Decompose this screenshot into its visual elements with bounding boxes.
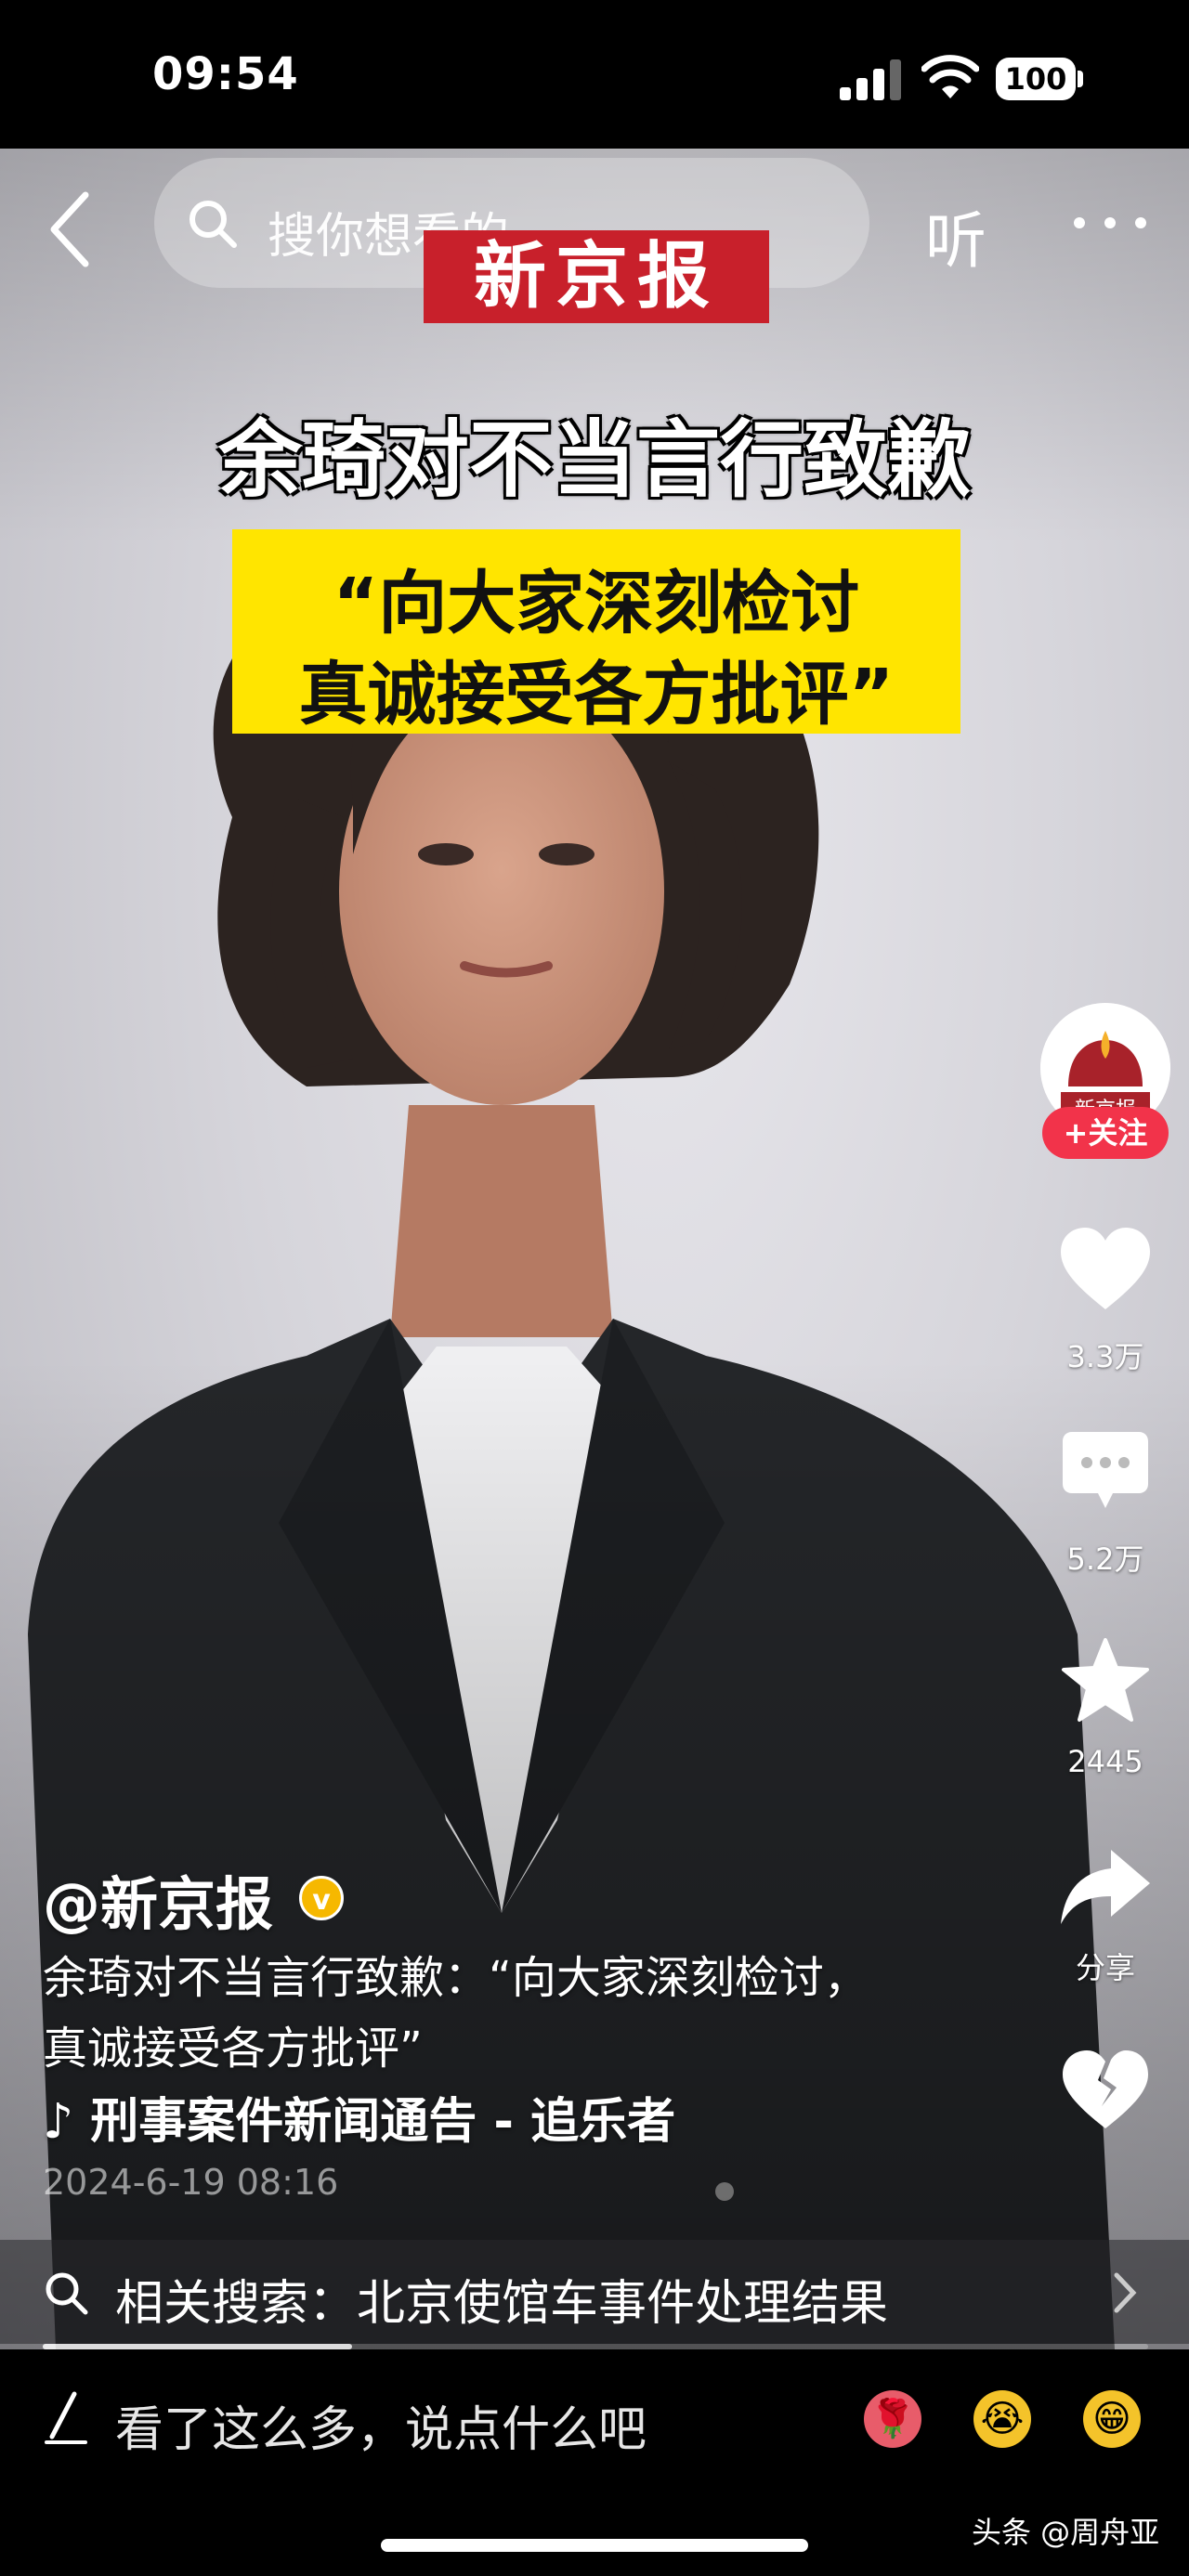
- quote-box: “向大家深刻检讨 真诚接受各方批评”: [232, 529, 960, 735]
- dislike-button[interactable]: [1040, 2049, 1170, 2141]
- news-logo-banner: 新京报: [424, 230, 769, 323]
- comment-placeholder[interactable]: 看了这么多，说点什么吧: [115, 2390, 647, 2460]
- pen-icon: [45, 2391, 87, 2444]
- watermark: 头条 @周舟亚: [972, 2515, 1160, 2550]
- follow-button[interactable]: +关注: [1042, 1107, 1169, 1159]
- music-track[interactable]: ♪ 刑事案件新闻通告 - 追乐者: [43, 2082, 675, 2152]
- rose-emoji-icon[interactable]: 🌹: [864, 2390, 921, 2448]
- crying-emoji-icon[interactable]: 😭: [973, 2390, 1031, 2448]
- like-count: 3.3万: [1066, 1339, 1144, 1374]
- post-date: 2024-6-19 08:16: [43, 2162, 339, 2203]
- quote-line: 真诚接受各方批评”: [298, 655, 895, 735]
- comment-count: 5.2万: [1066, 1542, 1144, 1577]
- like-button[interactable]: 3.3万: [1040, 1226, 1170, 1384]
- share-label: 分享: [1075, 1950, 1135, 1985]
- wifi-icon: [921, 55, 979, 98]
- video-description: 余琦对不当言行致歉：“向大家深刻检讨，: [43, 1952, 869, 2004]
- battery-tip: [1078, 71, 1083, 87]
- app-screen: 09:54 100 搜你想看的 听 新京报 余琦对不当言行致歉 “向大家深刻检讨…: [0, 0, 1189, 2576]
- comment-input-bar[interactable]: 看了这么多，说点什么吧 🌹 😭 😁 头条 @周舟亚: [0, 2349, 1189, 2576]
- video-headline: 余琦对不当言行致歉: [218, 411, 971, 509]
- related-search-text: 相关搜索：北京使馆车事件处理结果: [115, 2276, 889, 2332]
- search-icon: [46, 2272, 88, 2315]
- author-name[interactable]: @新京报: [43, 1857, 273, 1941]
- verified-badge-icon: v: [299, 1876, 344, 1920]
- comment-bubble-icon: [1063, 1432, 1148, 1508]
- video-description: 真诚接受各方批评”: [43, 2023, 423, 2075]
- status-bar: 09:54 100: [0, 0, 1189, 149]
- share-arrow-icon: [1061, 1850, 1150, 1924]
- related-search-bar[interactable]: 相关搜索：北京使馆车事件处理结果: [0, 2240, 1189, 2344]
- share-button[interactable]: 分享: [1040, 1848, 1170, 1997]
- chevron-right-icon: [1114, 2272, 1137, 2313]
- more-options-icon[interactable]: [1068, 204, 1152, 241]
- comment-button[interactable]: 5.2万: [1040, 1430, 1170, 1588]
- grinning-emoji-icon[interactable]: 😁: [1083, 2390, 1141, 2448]
- favorite-button[interactable]: 2445: [1040, 1638, 1170, 1796]
- star-icon: [1062, 1638, 1149, 1722]
- listen-button[interactable]: 听: [925, 191, 986, 280]
- quote-line: “向大家深刻检讨: [333, 564, 860, 644]
- cellular-signal-icon: [840, 59, 901, 100]
- broken-heart-icon: [1063, 2050, 1148, 2128]
- battery-level: 100: [996, 58, 1076, 100]
- favorite-count: 2445: [1067, 1744, 1143, 1779]
- battery-indicator: 100: [996, 58, 1085, 100]
- heart-icon: [1061, 1228, 1150, 1309]
- home-indicator[interactable]: [381, 2539, 808, 2552]
- back-arrow-icon[interactable]: [45, 188, 100, 271]
- video-player[interactable]: 搜你想看的 听 新京报 余琦对不当言行致歉 “向大家深刻检讨 真诚接受各方批评”…: [0, 149, 1189, 2349]
- search-icon: [189, 201, 237, 248]
- status-time: 09:54: [152, 48, 299, 100]
